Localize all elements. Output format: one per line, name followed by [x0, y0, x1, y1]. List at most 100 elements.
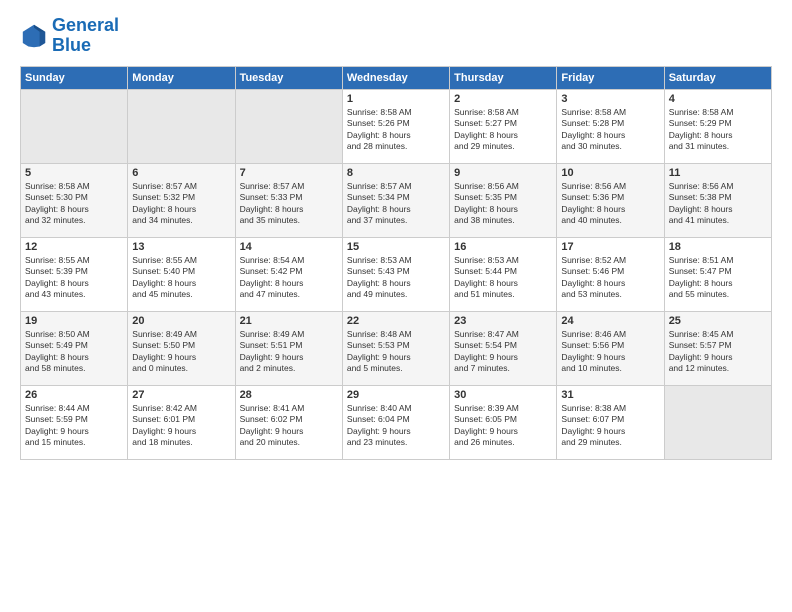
day-info: Sunrise: 8:54 AMSunset: 5:42 PMDaylight:… [240, 255, 338, 301]
day-cell: 2 Sunrise: 8:58 AMSunset: 5:27 PMDaylight… [450, 89, 557, 163]
day-number: 22 [347, 315, 445, 327]
day-number: 16 [454, 241, 552, 253]
day-info: Sunrise: 8:57 AMSunset: 5:32 PMDaylight:… [132, 181, 230, 227]
day-cell: 18 Sunrise: 8:51 AMSunset: 5:47 PMDayligh… [664, 237, 771, 311]
day-cell [128, 89, 235, 163]
day-cell: 9 Sunrise: 8:56 AMSunset: 5:35 PMDaylight… [450, 163, 557, 237]
day-cell: 1 Sunrise: 8:58 AMSunset: 5:26 PMDaylight… [342, 89, 449, 163]
day-info: Sunrise: 8:56 AMSunset: 5:38 PMDaylight:… [669, 181, 767, 227]
header-cell-sunday: Sunday [21, 66, 128, 89]
day-cell [664, 385, 771, 459]
day-cell: 13 Sunrise: 8:55 AMSunset: 5:40 PMDayligh… [128, 237, 235, 311]
day-number: 5 [25, 167, 123, 179]
day-number: 13 [132, 241, 230, 253]
day-cell: 23 Sunrise: 8:47 AMSunset: 5:54 PMDayligh… [450, 311, 557, 385]
day-info: Sunrise: 8:53 AMSunset: 5:43 PMDaylight:… [347, 255, 445, 301]
day-info: Sunrise: 8:56 AMSunset: 5:35 PMDaylight:… [454, 181, 552, 227]
day-number: 26 [25, 389, 123, 401]
day-number: 21 [240, 315, 338, 327]
day-cell [235, 89, 342, 163]
day-cell: 17 Sunrise: 8:52 AMSunset: 5:46 PMDayligh… [557, 237, 664, 311]
week-row-1: 1 Sunrise: 8:58 AMSunset: 5:26 PMDaylight… [21, 89, 772, 163]
day-info: Sunrise: 8:41 AMSunset: 6:02 PMDaylight:… [240, 403, 338, 449]
day-number: 6 [132, 167, 230, 179]
calendar-table: SundayMondayTuesdayWednesdayThursdayFrid… [20, 66, 772, 460]
day-info: Sunrise: 8:58 AMSunset: 5:29 PMDaylight:… [669, 107, 767, 153]
header-row: SundayMondayTuesdayWednesdayThursdayFrid… [21, 66, 772, 89]
day-number: 1 [347, 93, 445, 105]
day-cell: 24Sunrise: 8:46 AMSunset: 5:56 PMDayligh… [557, 311, 664, 385]
day-info: Sunrise: 8:50 AMSunset: 5:49 PMDaylight:… [25, 329, 123, 375]
day-number: 29 [347, 389, 445, 401]
day-info: Sunrise: 8:49 AMSunset: 5:51 PMDaylight:… [240, 329, 338, 375]
day-number: 10 [561, 167, 659, 179]
day-info: Sunrise: 8:45 AMSunset: 5:57 PMDaylight:… [669, 329, 767, 375]
week-row-2: 5 Sunrise: 8:58 AMSunset: 5:30 PMDaylight… [21, 163, 772, 237]
day-number: 17 [561, 241, 659, 253]
day-number: 9 [454, 167, 552, 179]
day-number: 2 [454, 93, 552, 105]
day-cell: 29Sunrise: 8:40 AMSunset: 6:04 PMDayligh… [342, 385, 449, 459]
day-cell: 28 Sunrise: 8:41 AMSunset: 6:02 PMDayligh… [235, 385, 342, 459]
page: General Blue SundayMondayTuesdayWednesda… [0, 0, 792, 612]
day-number: 4 [669, 93, 767, 105]
day-number: 24 [561, 315, 659, 327]
week-row-3: 12 Sunrise: 8:55 AMSunset: 5:39 PMDayligh… [21, 237, 772, 311]
day-number: 3 [561, 93, 659, 105]
header-cell-wednesday: Wednesday [342, 66, 449, 89]
day-info: Sunrise: 8:52 AMSunset: 5:46 PMDaylight:… [561, 255, 659, 301]
day-number: 20 [132, 315, 230, 327]
day-cell: 20 Sunrise: 8:49 AMSunset: 5:50 PMDayligh… [128, 311, 235, 385]
day-info: Sunrise: 8:47 AMSunset: 5:54 PMDaylight:… [454, 329, 552, 375]
day-cell: 30 Sunrise: 8:39 AMSunset: 6:05 PMDayligh… [450, 385, 557, 459]
day-info: Sunrise: 8:58 AMSunset: 5:26 PMDaylight:… [347, 107, 445, 153]
day-info: Sunrise: 8:57 AMSunset: 5:34 PMDaylight:… [347, 181, 445, 227]
day-info: Sunrise: 8:38 AMSunset: 6:07 PMDaylight:… [561, 403, 659, 449]
day-cell: 6 Sunrise: 8:57 AMSunset: 5:32 PMDaylight… [128, 163, 235, 237]
day-info: Sunrise: 8:51 AMSunset: 5:47 PMDaylight:… [669, 255, 767, 301]
logo-text: General Blue [52, 16, 119, 56]
day-info: Sunrise: 8:48 AMSunset: 5:53 PMDaylight:… [347, 329, 445, 375]
day-cell: 11 Sunrise: 8:56 AMSunset: 5:38 PMDayligh… [664, 163, 771, 237]
day-info: Sunrise: 8:58 AMSunset: 5:30 PMDaylight:… [25, 181, 123, 227]
day-number: 23 [454, 315, 552, 327]
day-cell: 4 Sunrise: 8:58 AMSunset: 5:29 PMDaylight… [664, 89, 771, 163]
day-number: 12 [25, 241, 123, 253]
day-info: Sunrise: 8:53 AMSunset: 5:44 PMDaylight:… [454, 255, 552, 301]
day-cell: 3 Sunrise: 8:58 AMSunset: 5:28 PMDaylight… [557, 89, 664, 163]
day-cell: 8 Sunrise: 8:57 AMSunset: 5:34 PMDaylight… [342, 163, 449, 237]
day-cell: 31Sunrise: 8:38 AMSunset: 6:07 PMDayligh… [557, 385, 664, 459]
day-cell [21, 89, 128, 163]
header-cell-friday: Friday [557, 66, 664, 89]
header-cell-tuesday: Tuesday [235, 66, 342, 89]
header-cell-saturday: Saturday [664, 66, 771, 89]
day-cell: 15Sunrise: 8:53 AMSunset: 5:43 PMDayligh… [342, 237, 449, 311]
header-cell-monday: Monday [128, 66, 235, 89]
day-cell: 10 Sunrise: 8:56 AMSunset: 5:36 PMDayligh… [557, 163, 664, 237]
day-number: 18 [669, 241, 767, 253]
day-info: Sunrise: 8:58 AMSunset: 5:28 PMDaylight:… [561, 107, 659, 153]
day-number: 11 [669, 167, 767, 179]
day-cell: 27Sunrise: 8:42 AMSunset: 6:01 PMDayligh… [128, 385, 235, 459]
day-number: 25 [669, 315, 767, 327]
day-cell: 16 Sunrise: 8:53 AMSunset: 5:44 PMDayligh… [450, 237, 557, 311]
week-row-4: 19Sunrise: 8:50 AMSunset: 5:49 PMDayligh… [21, 311, 772, 385]
day-info: Sunrise: 8:56 AMSunset: 5:36 PMDaylight:… [561, 181, 659, 227]
day-info: Sunrise: 8:49 AMSunset: 5:50 PMDaylight:… [132, 329, 230, 375]
logo-icon [20, 22, 48, 50]
day-info: Sunrise: 8:58 AMSunset: 5:27 PMDaylight:… [454, 107, 552, 153]
day-number: 8 [347, 167, 445, 179]
day-info: Sunrise: 8:55 AMSunset: 5:39 PMDaylight:… [25, 255, 123, 301]
day-cell: 14Sunrise: 8:54 AMSunset: 5:42 PMDayligh… [235, 237, 342, 311]
day-cell: 19Sunrise: 8:50 AMSunset: 5:49 PMDayligh… [21, 311, 128, 385]
day-cell: 26Sunrise: 8:44 AMSunset: 5:59 PMDayligh… [21, 385, 128, 459]
day-number: 28 [240, 389, 338, 401]
day-number: 30 [454, 389, 552, 401]
day-info: Sunrise: 8:39 AMSunset: 6:05 PMDaylight:… [454, 403, 552, 449]
day-cell: 5 Sunrise: 8:58 AMSunset: 5:30 PMDaylight… [21, 163, 128, 237]
day-number: 7 [240, 167, 338, 179]
header-cell-thursday: Thursday [450, 66, 557, 89]
day-info: Sunrise: 8:55 AMSunset: 5:40 PMDaylight:… [132, 255, 230, 301]
day-cell: 25 Sunrise: 8:45 AMSunset: 5:57 PMDayligh… [664, 311, 771, 385]
day-number: 27 [132, 389, 230, 401]
